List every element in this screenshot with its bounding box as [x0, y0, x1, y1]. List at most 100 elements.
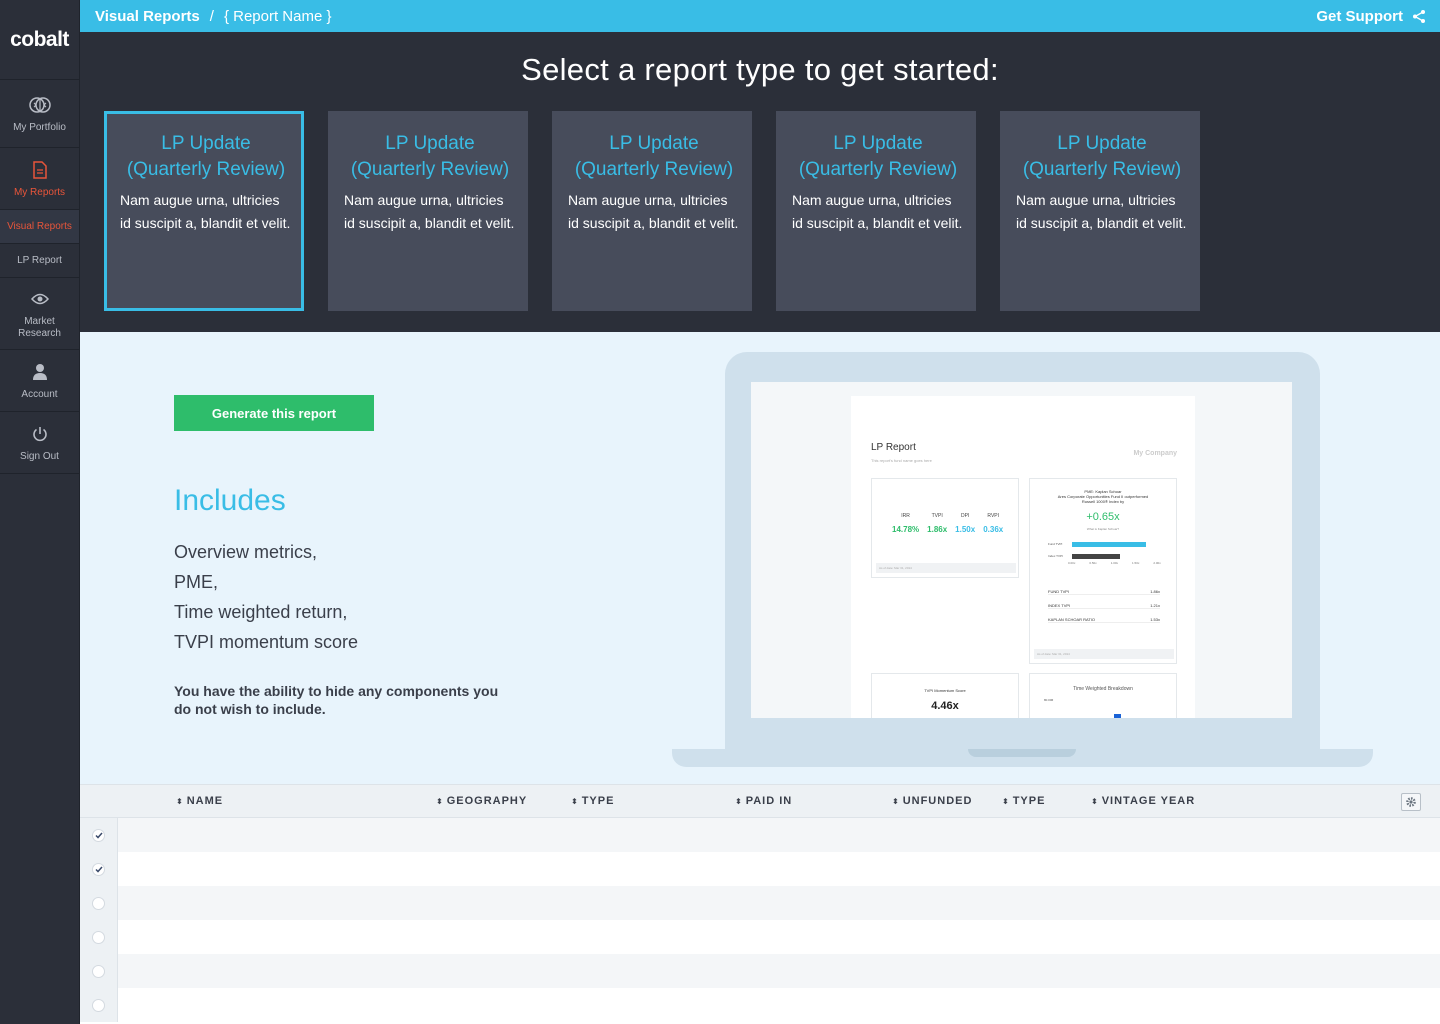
column-header-vintage-year[interactable]: ⬍ VINTAGE YEAR: [1091, 795, 1195, 807]
top-bar: Visual Reports / { Report Name } Get Sup…: [80, 0, 1440, 32]
pme-question-link: What is Kaplan Schoar?: [1086, 527, 1120, 531]
metrics-footer: As of date: Mar 31, 2014: [876, 563, 1016, 573]
metric-value: 0.36x: [983, 525, 1004, 534]
row-checkbox[interactable]: [92, 828, 105, 842]
pme-bar-fund: [1072, 542, 1147, 547]
hide-components-note: You have the ability to hide any compone…: [174, 683, 499, 717]
report-type-card[interactable]: LP Update (Quarterly Review) Nam augue u…: [776, 111, 976, 311]
preview-title: LP Report: [871, 442, 916, 453]
column-header-name[interactable]: ⬍ NAME: [176, 795, 223, 807]
twr-bar: [1114, 714, 1121, 718]
sort-icon: ⬍: [571, 797, 579, 806]
pme-stat-label: INDEX TVPI: [1048, 603, 1071, 608]
row-checkbox[interactable]: [92, 930, 105, 944]
logo: cobalt: [0, 0, 79, 80]
sidebar-subitem-visual-reports[interactable]: Visual Reports: [0, 210, 79, 244]
laptop-notch: [968, 749, 1076, 757]
momentum-value: 4.46x: [931, 700, 959, 712]
breadcrumb-visual-reports[interactable]: Visual Reports: [95, 8, 200, 25]
pme-stat-row: FUND TVPI 1.86x: [1048, 589, 1160, 595]
metric: DPI 1.50x: [955, 513, 975, 534]
table-row[interactable]: [80, 852, 1440, 886]
sidebar-item-label: Account: [21, 389, 58, 400]
row-checkbox[interactable]: [92, 862, 105, 876]
card-title: LP Update (Quarterly Review): [798, 133, 958, 180]
pme-axis-tick: 0.00x: [1068, 561, 1076, 565]
column-header-type-2[interactable]: ⬍ TYPE: [1002, 795, 1045, 807]
document-icon: [29, 159, 51, 181]
preview-overview-metrics: IRR 14.78% TVPI 1.86x DPI 1.50x RVPI 0.3…: [871, 478, 1019, 578]
get-support-button[interactable]: Get Support: [1316, 8, 1425, 25]
table-row[interactable]: [80, 954, 1440, 988]
column-header-unfunded[interactable]: ⬍ UNFUNDED: [892, 795, 972, 807]
breadcrumb-separator: /: [209, 7, 214, 25]
metric: IRR 14.78%: [892, 513, 919, 534]
sidebar-item-sign-out[interactable]: Sign Out: [0, 412, 79, 474]
report-type-card[interactable]: LP Update (Quarterly Review) Nam augue u…: [104, 111, 304, 311]
momentum-label: TVPI Momentum Score: [924, 688, 966, 693]
breadcrumb-report-name: { Report Name }: [223, 7, 332, 25]
column-header-type[interactable]: ⬍ TYPE: [571, 795, 614, 807]
column-header-label: TYPE: [1012, 795, 1046, 807]
metric: RVPI 0.36x: [983, 513, 1003, 534]
report-info-section: Generate this report Includes Overview m…: [80, 332, 1440, 784]
table-row[interactable]: [80, 920, 1440, 954]
report-type-card[interactable]: LP Update (Quarterly Review) Nam augue u…: [328, 111, 528, 311]
row-checkbox[interactable]: [92, 896, 105, 910]
table-settings-button[interactable]: [1401, 793, 1421, 811]
table-body: [80, 818, 1440, 1022]
sort-icon: ⬍: [735, 797, 743, 806]
pme-stat-value: 1.86x: [1150, 589, 1160, 594]
table-row[interactable]: [80, 886, 1440, 920]
card-description: Nam augue urna, ultricies id suscipit a,…: [1016, 192, 1187, 231]
table-header: ⬍ NAME ⬍ GEOGRAPHY ⬍ TYPE ⬍ PAID IN ⬍ UNFUNDE…: [80, 784, 1440, 818]
sidebar: cobalt My Portfolio My Reports Visual Re…: [0, 0, 80, 1024]
report-type-card[interactable]: LP Update (Quarterly Review) Nam augue u…: [1000, 111, 1200, 311]
power-icon: [29, 423, 51, 445]
includes-list: Overview metrics, PME, Time weighted ret…: [174, 537, 358, 657]
sort-icon: ⬍: [892, 797, 900, 806]
sidebar-item-label: My Portfolio: [13, 122, 66, 133]
sidebar-item-market-research[interactable]: Market Research: [0, 278, 79, 350]
pme-axis-tick: 2.00x: [1153, 561, 1161, 565]
metric-value: 1.50x: [955, 525, 976, 534]
column-header-label: TYPE: [581, 795, 615, 807]
pme-footer: As of date: Mar 31, 2014: [1034, 649, 1174, 659]
row-checkbox[interactable]: [92, 964, 105, 978]
preview-momentum-score: TVPI Momentum Score 4.46x: [871, 673, 1019, 718]
sidebar-item-label: My Reports: [13, 187, 66, 198]
sidebar-item-account[interactable]: Account: [0, 350, 79, 412]
checkmark-icon: [94, 866, 103, 873]
pme-value: +0.65x: [1086, 511, 1120, 523]
row-select-cell: [80, 954, 118, 988]
row-checkbox[interactable]: [92, 998, 105, 1012]
table-row[interactable]: [80, 988, 1440, 1022]
share-icon: [1413, 9, 1425, 23]
pme-stat-label: FUND TVPI: [1048, 589, 1070, 594]
includes-item: Overview metrics,: [174, 542, 318, 562]
twr-label: Time Weighted Breakdown: [1073, 686, 1133, 692]
pme-stat-value: 1.21x: [1150, 603, 1160, 608]
report-type-section: Select a report type to get started: LP …: [80, 32, 1440, 332]
pme-axis-tick: 1.00x: [1110, 561, 1119, 565]
generate-report-button[interactable]: Generate this report: [174, 395, 374, 431]
card-title: LP Update (Quarterly Review): [350, 133, 510, 180]
sidebar-item-my-portfolio[interactable]: My Portfolio: [0, 80, 79, 148]
report-type-card[interactable]: LP Update (Quarterly Review) Nam augue u…: [552, 111, 752, 311]
table-row[interactable]: [80, 818, 1440, 852]
sidebar-subitem-lp-report[interactable]: LP Report: [0, 244, 79, 278]
column-header-label: GEOGRAPHY: [446, 795, 528, 807]
sort-icon: ⬍: [436, 797, 444, 806]
pme-stat-row: KAPLAN SCHOAR RATIO 1.53x: [1048, 617, 1160, 623]
gear-icon: [1406, 797, 1416, 807]
metric-value: 14.78%: [892, 525, 920, 534]
metric: TVPI 1.86x: [927, 513, 947, 534]
metric-label: DPI: [961, 513, 970, 519]
includes-item: PME,: [174, 572, 219, 592]
column-header-paid-in[interactable]: ⬍ PAID IN: [735, 795, 792, 807]
sidebar-item-my-reports[interactable]: My Reports: [0, 148, 79, 210]
preview-subtitle: This report's fund name goes here: [871, 458, 932, 463]
pme-stat-row: INDEX TVPI 1.21x: [1048, 603, 1160, 609]
column-header-geography[interactable]: ⬍ GEOGRAPHY: [436, 795, 527, 807]
report-preview-page: LP Report This report's fund name goes h…: [851, 396, 1195, 718]
